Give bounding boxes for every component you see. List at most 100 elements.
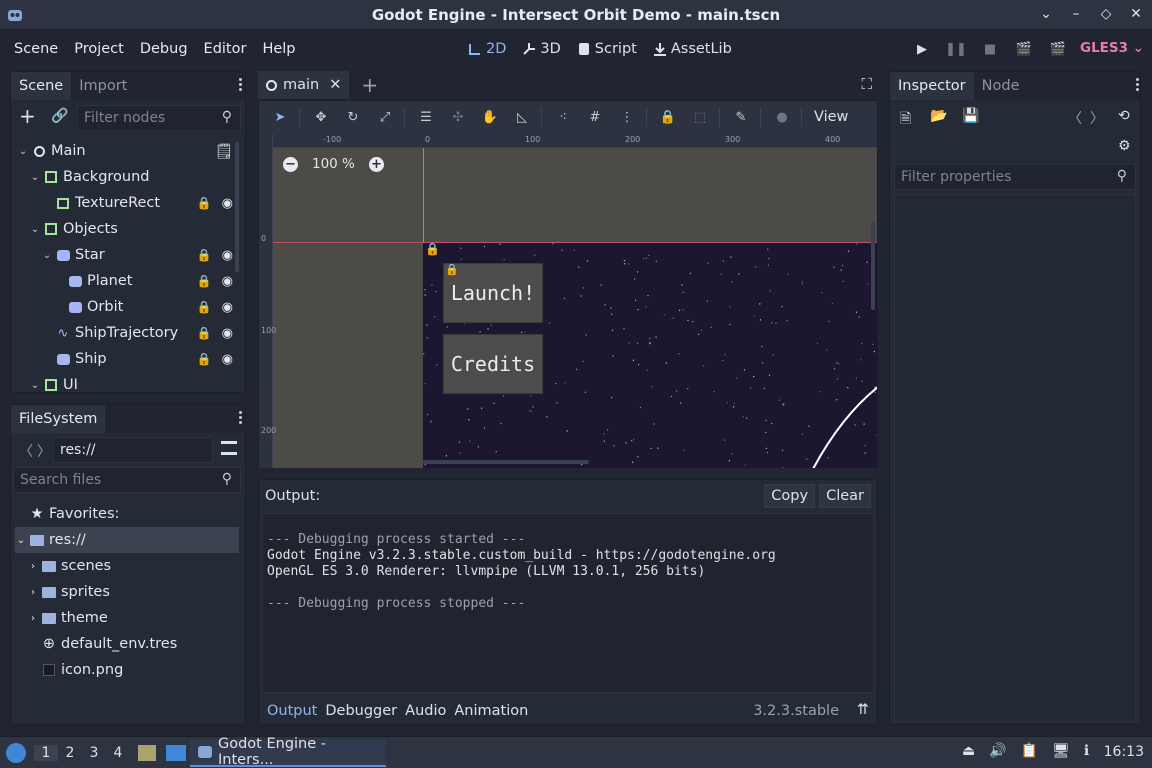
scene-tab-main[interactable]: main ✕ (258, 71, 350, 99)
tab-animation[interactable]: Animation (454, 703, 528, 719)
list-select-icon[interactable]: ☰ (415, 106, 437, 128)
scene-tree-row[interactable]: Planet 🔒 ◉ (11, 268, 241, 294)
smart-snap-icon[interactable]: ⁖ (552, 106, 574, 128)
notifications-icon[interactable]: ℹ (1084, 743, 1089, 759)
play-scene-icon[interactable]: 🎬 (1014, 42, 1034, 57)
output-log[interactable]: --- Debugging process started --- Godot E… (262, 513, 874, 693)
chevron-down-icon[interactable]: ⌄ (29, 172, 41, 183)
select-mode-icon[interactable]: ➤ (269, 106, 291, 128)
canvas-vertical-scrollbar[interactable] (871, 222, 875, 310)
mode-3d-button[interactable]: 3D (522, 41, 561, 57)
expand-panel-icon[interactable]: ⇈ (857, 702, 869, 718)
lock-icon[interactable]: 🔒 (197, 196, 212, 211)
scene-dock-menu-icon[interactable] (237, 78, 243, 91)
close-tab-icon[interactable]: ✕ (329, 77, 341, 93)
mode-assetlib-button[interactable]: AssetLib (653, 41, 732, 57)
filesystem-menu-icon[interactable] (237, 411, 243, 424)
split-view-icon[interactable] (221, 441, 237, 455)
tab-filesystem[interactable]: FileSystem (11, 405, 106, 433)
tab-debugger[interactable]: Debugger (325, 703, 397, 719)
forward-icon[interactable]: 〉 (37, 441, 51, 461)
stop-icon[interactable]: ■ (980, 42, 1000, 57)
chevron-down-icon[interactable]: ⌄ (29, 380, 41, 391)
search-files-input[interactable]: Search files ⚲ (13, 467, 241, 493)
visibility-eye-icon[interactable]: ◉ (222, 326, 233, 341)
chevron-down-icon[interactable]: ⌄ (17, 146, 29, 157)
lock-icon[interactable]: 🔒 (197, 326, 212, 341)
view-menu[interactable]: View (814, 109, 848, 125)
app-launcher-icon[interactable] (6, 742, 26, 763)
history-forward-icon[interactable]: 〉 (1090, 108, 1104, 128)
snap-options-icon[interactable]: ⋮ (616, 106, 638, 128)
pan-mode-icon[interactable]: ✋ (479, 106, 501, 128)
save-resource-icon[interactable]: 💾 (962, 108, 979, 124)
visibility-eye-icon[interactable]: ◉ (222, 196, 233, 211)
chevron-right-icon[interactable]: › (27, 613, 39, 624)
visibility-eye-icon[interactable]: ◉ (222, 300, 233, 315)
network-icon[interactable]: 🖥 (1052, 743, 1070, 759)
scene-tree-row[interactable]: Ship 🔒 ◉ (11, 346, 241, 372)
scene-tree-row[interactable]: ⌄ Star 🔒 ◉ (11, 242, 241, 268)
history-back-icon[interactable]: 〈 (1068, 108, 1082, 128)
script-icon[interactable]: 🗒 (215, 143, 233, 160)
tab-import[interactable]: Import (71, 72, 135, 100)
file-tree-row[interactable]: ★ Favorites: (15, 501, 239, 527)
file-tree-row[interactable]: › sprites (15, 579, 239, 605)
grid-snap-icon[interactable]: # (584, 106, 606, 128)
zoom-level[interactable]: 100 % (312, 156, 355, 172)
chevron-right-icon[interactable]: › (27, 561, 39, 572)
scene-tree-row[interactable]: ⌄ UI (11, 372, 241, 398)
copy-button[interactable]: Copy (764, 484, 816, 508)
file-tree-row[interactable]: ⊕ default_env.tres (15, 631, 239, 657)
visibility-eye-icon[interactable]: ◉ (222, 352, 233, 367)
scene-tree-scrollbar[interactable] (235, 142, 239, 272)
renderer-selector[interactable]: GLES3 ⌄ (1080, 40, 1144, 56)
add-node-icon[interactable]: + (19, 104, 36, 128)
visibility-eye-icon[interactable]: ◉ (222, 248, 233, 263)
file-tree-row[interactable]: › theme (15, 605, 239, 631)
menu-project[interactable]: Project (66, 41, 132, 57)
move-mode-icon[interactable]: ✥ (310, 106, 332, 128)
chevron-right-icon[interactable]: › (27, 587, 39, 598)
menu-debug[interactable]: Debug (132, 41, 196, 57)
scene-tree-row[interactable]: ∿ ShipTrajectory 🔒 ◉ (11, 320, 241, 346)
zoom-out-icon[interactable]: − (283, 156, 298, 172)
lock-icon[interactable]: 🔒 (197, 274, 212, 289)
tab-audio[interactable]: Audio (405, 703, 446, 719)
close-icon[interactable]: ✕ (1128, 6, 1144, 22)
scene-tree-row[interactable]: ⌄ Objects (11, 216, 241, 242)
scale-mode-icon[interactable]: ⤢ (374, 106, 396, 128)
ruler-mode-icon[interactable]: ◺ (511, 106, 533, 128)
chevron-down-icon[interactable]: ⌄ (15, 535, 27, 546)
filter-nodes-input[interactable]: Filter nodes ⚲ (77, 105, 241, 131)
tab-output[interactable]: Output (267, 703, 317, 719)
workspace-4[interactable]: 4 (106, 745, 130, 761)
menu-scene[interactable]: Scene (6, 41, 66, 57)
rotate-mode-icon[interactable]: ↻ (342, 106, 364, 128)
tab-node[interactable]: Node (974, 72, 1028, 100)
object-properties-icon[interactable]: ⚙ (1118, 138, 1131, 154)
chevron-down-icon[interactable]: ⌄ (1038, 6, 1054, 22)
back-icon[interactable]: 〈 (19, 441, 33, 461)
lock-icon[interactable]: 🔒 (657, 106, 679, 128)
workspace-3[interactable]: 3 (82, 745, 106, 761)
minimize-icon[interactable]: – (1068, 6, 1084, 22)
file-manager-icon[interactable] (138, 744, 156, 761)
show-desktop-icon[interactable] (166, 744, 186, 761)
file-tree-row[interactable]: icon.png (15, 657, 239, 683)
tab-scene[interactable]: Scene (11, 72, 72, 100)
open-resource-icon[interactable]: 📂 (930, 108, 947, 124)
maximize-icon[interactable]: ◇ (1098, 6, 1114, 22)
updates-icon[interactable]: ⏏ (962, 743, 975, 759)
camera-icon[interactable]: ● (771, 106, 793, 128)
play-icon[interactable]: ▶ (912, 42, 932, 57)
history-icon[interactable]: ⟲ (1118, 108, 1130, 124)
lock-icon[interactable]: 🔒 (197, 300, 212, 315)
scene-tree-row[interactable]: ⌄ Main 🗒 (11, 138, 241, 164)
scene-tree-row[interactable]: TextureRect 🔒 ◉ (11, 190, 241, 216)
chevron-down-icon[interactable]: ⌄ (41, 250, 53, 261)
path-field[interactable]: res:// (53, 437, 213, 463)
workspace-1[interactable]: 1 (34, 744, 58, 761)
canvas-horizontal-scrollbar[interactable] (423, 460, 589, 464)
menu-help[interactable]: Help (254, 41, 303, 57)
